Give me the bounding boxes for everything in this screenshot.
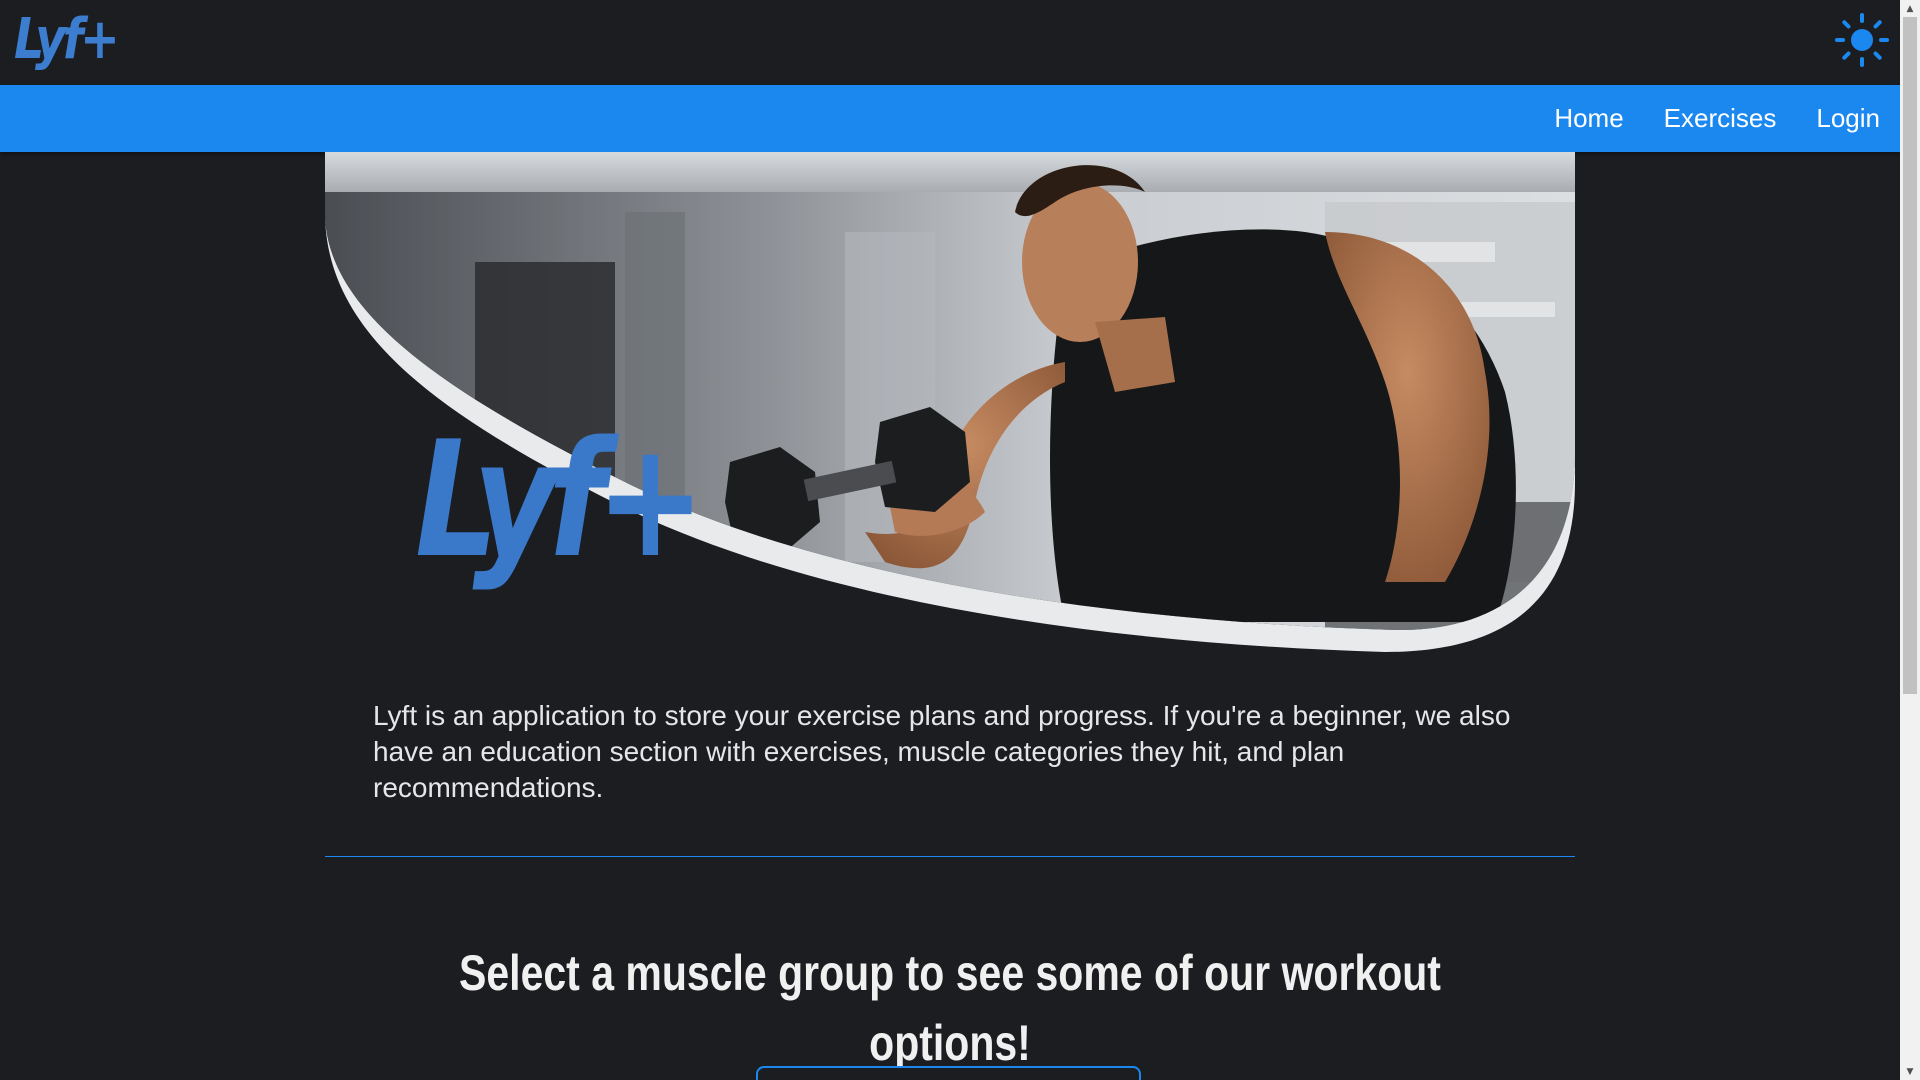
hero-logo: Lyf+ xyxy=(415,406,705,593)
app-description: Lyft is an application to store your exe… xyxy=(373,700,1511,803)
section-divider xyxy=(325,856,1575,857)
nav-bar: Home Exercises Login xyxy=(0,85,1900,152)
top-bar: Lyf+ xyxy=(0,0,1900,85)
scroll-down-arrow-icon[interactable]: ▼ xyxy=(1900,1063,1920,1080)
scroll-up-arrow-icon[interactable]: ▲ xyxy=(1900,0,1920,17)
brand-logo[interactable]: Lyf+ xyxy=(14,4,120,76)
scrollbar-thumb[interactable] xyxy=(1903,17,1917,694)
muscle-group-select[interactable] xyxy=(756,1066,1141,1080)
nav-links: Home Exercises Login xyxy=(1514,85,1880,152)
section-heading: Select a muscle group to see some of our… xyxy=(459,945,1441,1071)
theme-toggle-button[interactable] xyxy=(1834,12,1890,68)
nav-link-login[interactable]: Login xyxy=(1816,103,1880,134)
vertical-scrollbar[interactable]: ▲ ▼ xyxy=(1900,0,1920,1080)
page: Lyf+ Home Exercises Login Lyf+ Lyft is a… xyxy=(0,0,1900,1080)
nav-link-exercises[interactable]: Exercises xyxy=(1664,103,1777,134)
nav-link-home[interactable]: Home xyxy=(1554,103,1623,134)
sun-icon xyxy=(1835,13,1889,67)
hero-banner: Lyf+ xyxy=(325,152,1575,652)
